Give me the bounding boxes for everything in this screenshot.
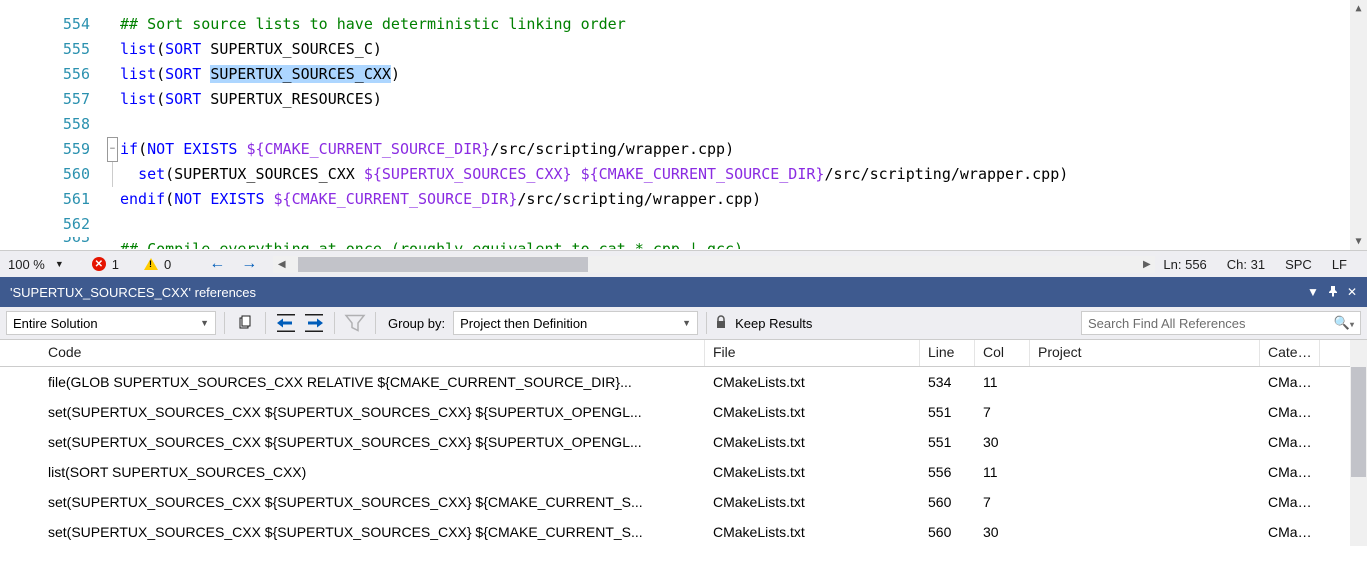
result-row[interactable]: list(SORT SUPERTUX_SOURCES_CXX) CMakeLis…: [0, 457, 1367, 487]
hscroll-thumb[interactable]: [298, 257, 588, 272]
editor-status-bar: 100 %▼ ✕ 1 0 ← → ◀ ▶ Ln: 556 Ch: 31 SPC …: [0, 250, 1367, 277]
result-row[interactable]: set(SUPERTUX_SOURCES_CXX ${SUPERTUX_SOUR…: [0, 397, 1367, 427]
references-toolbar: Entire Solution▼ Group by: Project then …: [0, 307, 1367, 340]
hscroll-left-arrow[interactable]: ◀: [273, 259, 290, 270]
fold-column[interactable]: −: [105, 0, 120, 250]
results-vertical-scrollbar[interactable]: [1350, 340, 1367, 546]
nav-forward-arrow[interactable]: →: [233, 255, 265, 273]
references-panel-header: 'SUPERTUX_SOURCES_CXX' references ▼ ✕: [0, 277, 1367, 307]
keep-results-toggle[interactable]: Keep Results: [731, 316, 816, 331]
copy-button[interactable]: [233, 311, 257, 335]
status-whitespace[interactable]: SPC: [1285, 257, 1312, 272]
status-char: Ch: 31: [1227, 257, 1265, 272]
warning-count[interactable]: 0: [164, 257, 171, 272]
search-references-input[interactable]: Search Find All References 🔍▾: [1081, 311, 1361, 335]
col-code[interactable]: Code: [40, 340, 705, 366]
scope-dropdown[interactable]: Entire Solution▼: [6, 311, 216, 335]
indent-button[interactable]: [302, 311, 326, 335]
col-project[interactable]: Project: [1030, 340, 1260, 366]
panel-dropdown-icon[interactable]: ▼: [1307, 285, 1319, 300]
status-line: Ln: 556: [1163, 257, 1206, 272]
scroll-down-arrow[interactable]: ▼: [1350, 233, 1367, 250]
result-row[interactable]: set(SUPERTUX_SOURCES_CXX ${SUPERTUX_SOUR…: [0, 487, 1367, 517]
zoom-level[interactable]: 100 %▼: [0, 257, 72, 272]
nav-back-arrow[interactable]: ←: [201, 255, 233, 273]
panel-pin-icon[interactable]: [1327, 285, 1339, 300]
results-header[interactable]: Code File Line Col Project Cate…: [0, 340, 1367, 367]
editor-horizontal-scrollbar[interactable]: ◀ ▶: [273, 256, 1155, 273]
editor-vertical-scrollbar[interactable]: ▲ ▼: [1350, 0, 1367, 250]
col-line[interactable]: Line: [920, 340, 975, 366]
panel-close-icon[interactable]: ✕: [1347, 285, 1357, 300]
outdent-button[interactable]: [274, 311, 298, 335]
result-row[interactable]: set(SUPERTUX_SOURCES_CXX ${SUPERTUX_SOUR…: [0, 517, 1367, 546]
status-line-ending[interactable]: LF: [1332, 257, 1347, 272]
error-count[interactable]: 1: [112, 257, 119, 272]
error-icon[interactable]: ✕: [92, 257, 106, 271]
references-results: Code File Line Col Project Cate… file(GL…: [0, 340, 1367, 546]
filter-button: [343, 311, 367, 335]
search-icon[interactable]: 🔍▾: [1334, 315, 1354, 331]
col-file[interactable]: File: [705, 340, 920, 366]
lock-icon: [715, 315, 727, 332]
result-row[interactable]: set(SUPERTUX_SOURCES_CXX ${SUPERTUX_SOUR…: [0, 427, 1367, 457]
col-category[interactable]: Cate…: [1260, 340, 1320, 366]
groupby-dropdown[interactable]: Project then Definition▼: [453, 311, 698, 335]
col-col[interactable]: Col: [975, 340, 1030, 366]
warning-icon[interactable]: [144, 258, 158, 270]
result-row[interactable]: file(GLOB SUPERTUX_SOURCES_CXX RELATIVE …: [0, 367, 1367, 397]
results-scroll-thumb[interactable]: [1351, 367, 1366, 477]
code-editor[interactable]: 554555556557558559560561562563 − ## Sort…: [0, 0, 1367, 250]
scroll-up-arrow[interactable]: ▲: [1350, 0, 1367, 17]
groupby-label: Group by:: [384, 316, 449, 331]
line-gutter: 554555556557558559560561562563: [0, 0, 105, 250]
hscroll-right-arrow[interactable]: ▶: [1138, 259, 1155, 270]
code-content[interactable]: ## Sort source lists to have determinist…: [120, 0, 1367, 250]
panel-title: 'SUPERTUX_SOURCES_CXX' references: [10, 285, 256, 300]
